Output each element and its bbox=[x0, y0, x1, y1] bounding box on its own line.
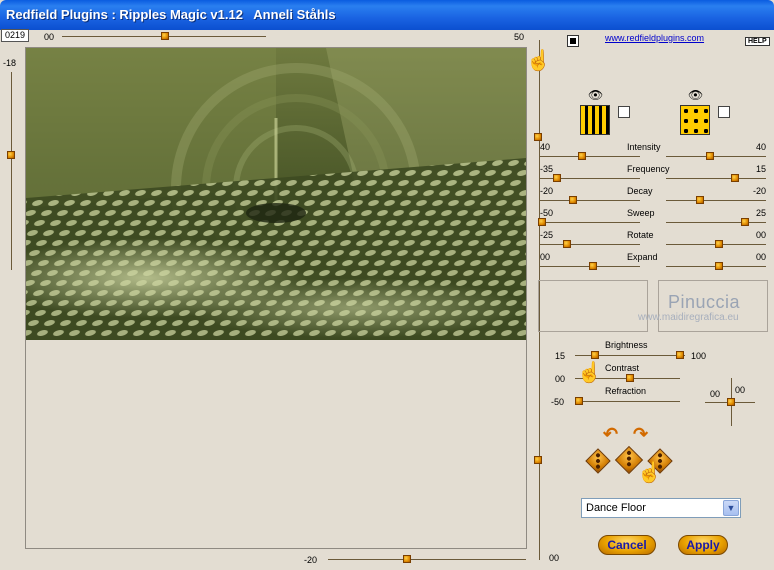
title-bar[interactable]: Redfield Plugins : Ripples Magic v1.12 A… bbox=[0, 0, 774, 30]
ripple-preview-image bbox=[26, 48, 526, 340]
bottom-slider-track[interactable] bbox=[328, 559, 526, 560]
window-title: Redfield Plugins : Ripples Magic v1.12 A… bbox=[6, 7, 336, 22]
param-label: Expand bbox=[627, 252, 658, 262]
redfield-link[interactable]: www.redfieldplugins.com bbox=[605, 33, 704, 43]
frame-counter: 0219 bbox=[1, 29, 29, 42]
curved-arrow-icon-left[interactable]: ↶ bbox=[603, 424, 618, 445]
refraction-knob[interactable] bbox=[575, 397, 583, 405]
preset-select[interactable]: Dance Floor ▼ bbox=[581, 498, 741, 518]
param-left-knob[interactable] bbox=[538, 218, 546, 226]
apply-button[interactable]: Apply bbox=[678, 535, 728, 555]
preset-box-left bbox=[538, 280, 648, 332]
top-slider-knob[interactable] bbox=[161, 32, 169, 40]
param-right-knob[interactable] bbox=[715, 262, 723, 270]
param-right-track[interactable] bbox=[666, 156, 766, 157]
color-square-icon[interactable] bbox=[567, 35, 579, 47]
param-right-track[interactable] bbox=[666, 200, 766, 201]
right-vertical-knob-top[interactable] bbox=[534, 133, 542, 141]
param-right-knob[interactable] bbox=[715, 240, 723, 248]
param-left-knob[interactable] bbox=[553, 174, 561, 182]
param-left-knob[interactable] bbox=[578, 152, 586, 160]
param-right-value: 25 bbox=[755, 208, 766, 218]
param-label: Frequency bbox=[627, 164, 670, 174]
refraction-value: -50 bbox=[551, 397, 565, 407]
preview-area[interactable] bbox=[25, 47, 527, 549]
eye-icon-2: 👁 bbox=[688, 88, 704, 102]
chevron-down-icon[interactable]: ▼ bbox=[723, 500, 739, 516]
refraction-label: Refraction bbox=[605, 386, 647, 396]
help-button[interactable]: HELP bbox=[745, 37, 770, 46]
watermark-title: Pinuccia bbox=[668, 292, 741, 312]
top-slider-value: 00 bbox=[44, 32, 55, 42]
bottom-slider-value: -20 bbox=[304, 555, 318, 565]
preset-select-value: Dance Floor bbox=[586, 502, 646, 514]
watermark-url: www.maidiregrafica.eu bbox=[638, 312, 739, 323]
brightness-knob-min[interactable] bbox=[591, 351, 599, 359]
crosshair-y-value: 00 bbox=[735, 385, 746, 395]
curved-arrow-icon-right[interactable]: ↷ bbox=[633, 424, 648, 445]
param-right-knob[interactable] bbox=[741, 218, 749, 226]
param-label: Sweep bbox=[627, 208, 655, 218]
param-left-track[interactable] bbox=[540, 200, 640, 201]
param-left-track[interactable] bbox=[540, 222, 640, 223]
left-slider-value: -18 bbox=[3, 58, 17, 68]
param-right-value: 15 bbox=[755, 164, 766, 174]
cancel-button[interactable]: Cancel bbox=[598, 535, 656, 555]
contrast-knob[interactable] bbox=[626, 374, 634, 382]
eye-icon: 👁 bbox=[588, 88, 604, 102]
left-slider-knob[interactable] bbox=[7, 151, 15, 159]
brightness-min: 15 bbox=[555, 351, 566, 361]
pointing-hand-icon: ☝ bbox=[526, 50, 551, 72]
param-left-track[interactable] bbox=[540, 156, 640, 157]
param-label: Decay bbox=[627, 186, 653, 196]
param-right-knob[interactable] bbox=[731, 174, 739, 182]
brightness-max: 100 bbox=[691, 351, 707, 361]
param-left-value: 00 bbox=[540, 252, 551, 262]
param-left-knob[interactable] bbox=[569, 196, 577, 204]
contrast-label: Contrast bbox=[605, 363, 640, 373]
crosshair-knob[interactable] bbox=[727, 398, 735, 406]
param-left-value: -20 bbox=[540, 186, 554, 196]
left-slider-track[interactable] bbox=[11, 72, 12, 270]
refraction-track[interactable] bbox=[575, 401, 680, 402]
crosshair-x-value: 00 bbox=[710, 389, 721, 399]
right-vertical-knob-bottom[interactable] bbox=[534, 456, 542, 464]
param-right-knob[interactable] bbox=[706, 152, 714, 160]
param-left-knob[interactable] bbox=[563, 240, 571, 248]
brightness-label: Brightness bbox=[605, 340, 648, 350]
checker-pattern-icon[interactable] bbox=[680, 105, 710, 135]
param-right-track[interactable] bbox=[666, 222, 766, 223]
param-label: Rotate bbox=[627, 230, 654, 240]
param-left-value: 40 bbox=[540, 142, 551, 152]
param-right-knob[interactable] bbox=[696, 196, 704, 204]
param-right-value: -20 bbox=[752, 186, 766, 196]
param-left-track[interactable] bbox=[540, 244, 640, 245]
pattern2-checkbox[interactable] bbox=[718, 106, 730, 118]
param-label: Intensity bbox=[627, 142, 661, 152]
brightness-knob-max[interactable] bbox=[676, 351, 684, 359]
top-slider-right-value: 50 bbox=[514, 32, 525, 42]
param-right-value: 00 bbox=[755, 252, 766, 262]
pointing-hand-icon-3: ☝ bbox=[637, 462, 662, 484]
param-right-value: 40 bbox=[755, 142, 766, 152]
pattern1-checkbox[interactable] bbox=[618, 106, 630, 118]
bottom-slider-knob[interactable] bbox=[403, 555, 411, 563]
param-right-value: 00 bbox=[755, 230, 766, 240]
right-vertical-value: 00 bbox=[549, 553, 560, 563]
param-left-knob[interactable] bbox=[589, 262, 597, 270]
param-left-value: -35 bbox=[540, 164, 554, 174]
stripes-pattern-icon[interactable] bbox=[580, 105, 610, 135]
param-left-value: -50 bbox=[540, 208, 554, 218]
param-right-track[interactable] bbox=[666, 178, 766, 179]
param-left-value: -25 bbox=[540, 230, 554, 240]
contrast-value: 00 bbox=[555, 374, 566, 384]
pointing-hand-icon-2: ☝ bbox=[577, 362, 602, 384]
